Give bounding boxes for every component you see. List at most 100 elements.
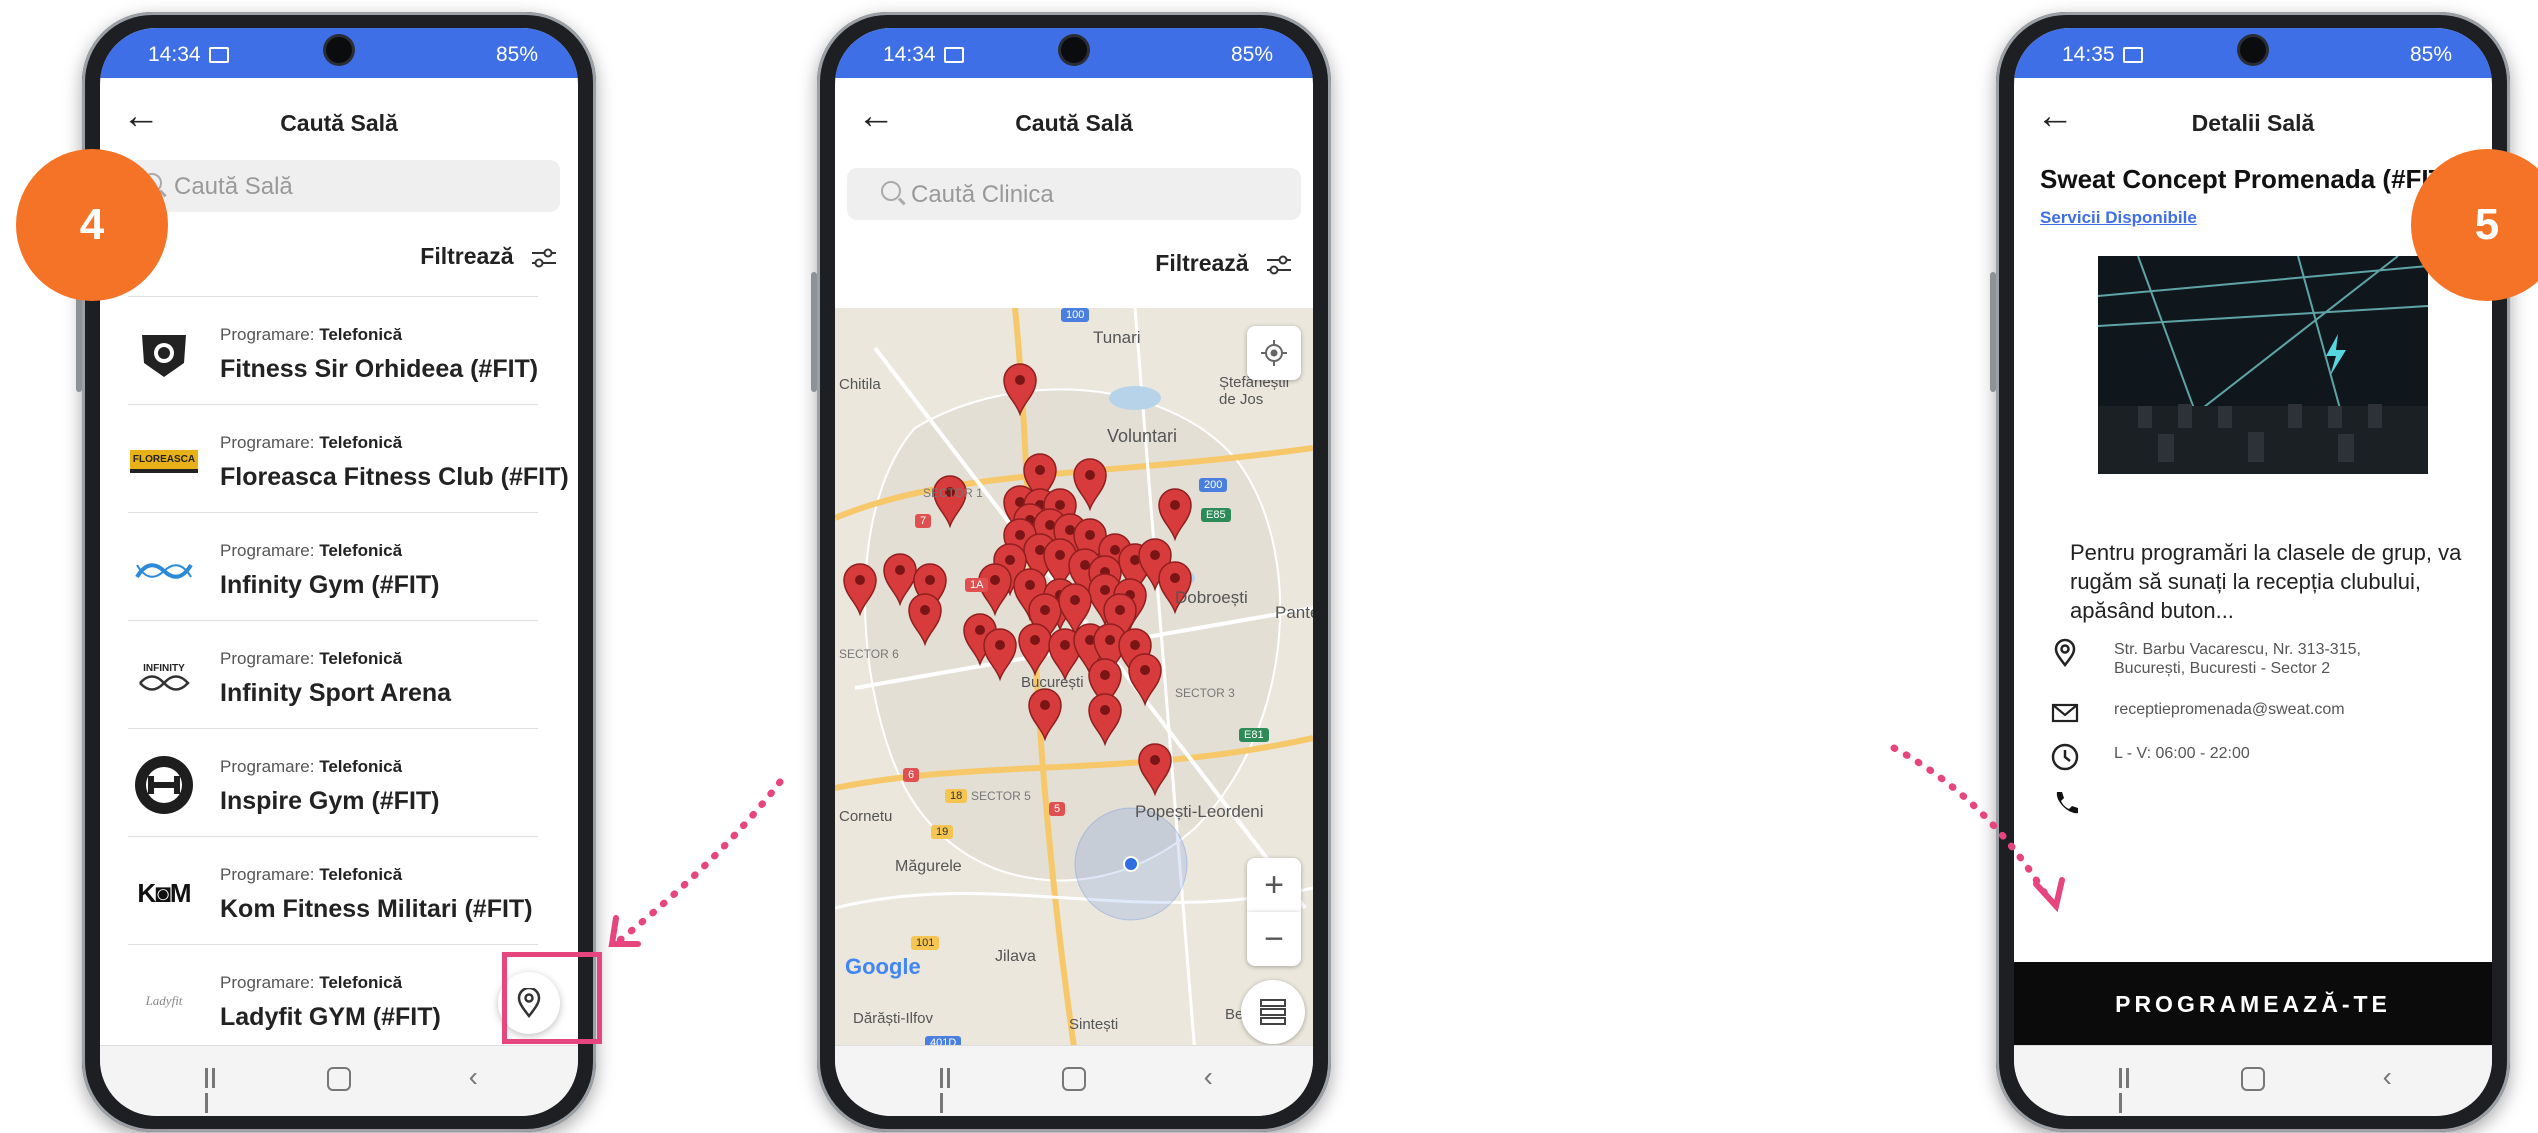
- road-label: 5: [1049, 802, 1066, 816]
- status-time: 14:35: [2062, 43, 2143, 67]
- crosshair-icon: [1261, 340, 1287, 366]
- kom-logo: K◙M: [137, 877, 191, 908]
- zoom-in-button[interactable]: +: [1247, 858, 1301, 912]
- map-label: București: [1021, 674, 1084, 691]
- system-back-icon[interactable]: ‹: [1204, 1062, 1213, 1092]
- system-nav-bar: ‹: [100, 1045, 578, 1116]
- map-pin-dot: [1005, 555, 1015, 565]
- road-label: 19: [931, 825, 954, 839]
- gym-name: Fitness Sir Orhideea (#FIT): [220, 355, 539, 383]
- filter-label: Filtrează: [1155, 250, 1249, 276]
- gym-map[interactable]: Tunari Ștefăneștii de Jos Voluntari Dobr…: [835, 308, 1313, 1054]
- system-back-icon[interactable]: ‹: [469, 1062, 478, 1092]
- search-input[interactable]: Caută Clinica: [847, 168, 1301, 220]
- recent-apps-icon[interactable]: [205, 1068, 225, 1113]
- front-camera: [1061, 37, 1087, 63]
- map-pin-dot: [1110, 545, 1120, 555]
- list-view-button[interactable]: [1241, 980, 1305, 1044]
- road-label: E85: [1201, 508, 1231, 522]
- booking-type: Programare: Telefonică: [220, 325, 403, 344]
- filter-button[interactable]: Filtrează: [1155, 250, 1293, 277]
- gym-name: Kom Fitness Militari (#FIT): [220, 895, 533, 923]
- hours-text: L - V: 06:00 - 22:00: [2114, 745, 2250, 762]
- page-title: Caută Sală: [1015, 110, 1133, 136]
- gym-name: Ladyfit GYM (#FIT): [220, 1003, 441, 1031]
- map-pin-dot: [1055, 550, 1065, 560]
- map-label: Dobroești: [1175, 588, 1248, 607]
- map-pin-dot: [1055, 500, 1065, 510]
- status-bar: 14:35 85%: [2014, 28, 2492, 78]
- map-pin-dot: [1015, 530, 1025, 540]
- system-back-icon[interactable]: ‹: [2383, 1062, 2392, 1092]
- map-pin-dot: [995, 640, 1005, 650]
- phone-map: 14:34 85% ← Caută Sală Caută Clinica Fil…: [811, 12, 1331, 1132]
- dotted-arrow-icon: [616, 778, 784, 944]
- search-input[interactable]: Caută Sală: [122, 160, 560, 212]
- gym-name: Floreasca Fitness Club (#FIT): [220, 463, 569, 491]
- map-label: SECTOR 5: [971, 789, 1031, 803]
- map-label: Chitila: [839, 376, 881, 393]
- fitness-sir-logo: [128, 325, 200, 381]
- list-item[interactable]: K◙M Programare: Telefonică Kom Fitness M…: [128, 836, 538, 945]
- map-label: Măgurele: [895, 858, 962, 875]
- road-label: E81: [1239, 728, 1269, 742]
- booking-type: Programare: Telefonică: [220, 433, 403, 452]
- title-bar: ← Detalii Sală: [2014, 78, 2492, 158]
- title-bar: ← Caută Sală: [100, 78, 578, 158]
- step-badge-4: 4: [16, 149, 168, 301]
- map-pin-dot: [1035, 465, 1045, 475]
- system-nav-bar: ‹: [2014, 1045, 2492, 1116]
- services-link[interactable]: Servicii Disponibile: [2040, 208, 2197, 228]
- map-pin-dot: [1130, 640, 1140, 650]
- map-pin-dot: [895, 565, 905, 575]
- map-pin-dot: [1105, 635, 1115, 645]
- screen-map: 14:34 85% ← Caută Sală Caută Clinica Fil…: [835, 28, 1313, 1116]
- road-label: 100: [1061, 308, 1090, 322]
- clock-icon: [2051, 743, 2079, 771]
- status-time: 14:34: [883, 43, 964, 67]
- mail-icon: [2051, 703, 2079, 723]
- map-label: Dărăști-Ilfov: [853, 1010, 934, 1027]
- list-item[interactable]: Ladyfit Programare: Telefonică Ladyfit G…: [128, 944, 538, 1053]
- infinity-sport-logo: INFINITY: [128, 649, 200, 705]
- battery-level: 85%: [495, 43, 538, 66]
- road-label: 101: [911, 936, 940, 950]
- filter-button[interactable]: Filtrează: [420, 243, 558, 270]
- google-attribution: Google: [845, 954, 921, 979]
- list-item[interactable]: FLOREASCA Programare: Telefonică Floreas…: [128, 404, 569, 513]
- map-pin-dot: [925, 575, 935, 585]
- map-label: SECTOR 1: [923, 486, 983, 500]
- inspire-gym-logo: [128, 756, 200, 814]
- gym-description: Pentru programări la clasele de grup, va…: [2070, 540, 2462, 623]
- map-pin-dot: [1025, 580, 1035, 590]
- zoom-out-button[interactable]: −: [1247, 912, 1301, 966]
- my-location-button[interactable]: [1247, 326, 1301, 380]
- gym-name: Infinity Sport Arena: [220, 679, 452, 707]
- page-title: Caută Sală: [280, 110, 398, 136]
- list-item[interactable]: Programare: Telefonică Fitness Sir Orhid…: [128, 296, 538, 405]
- home-icon[interactable]: [2241, 1067, 2265, 1091]
- floreasca-logo: FLOREASCA: [128, 433, 200, 489]
- home-icon[interactable]: [1062, 1067, 1086, 1091]
- recent-apps-icon[interactable]: [2119, 1068, 2139, 1113]
- battery-level: 85%: [1230, 43, 1273, 66]
- gym-name: Sweat Concept Promenada (#FIT): [2040, 164, 2454, 194]
- booking-type: Programare: Telefonică: [220, 649, 403, 668]
- list-item[interactable]: INFINITY Programare: Telefonică Infinity…: [128, 620, 538, 729]
- system-nav-bar: ‹: [835, 1045, 1313, 1116]
- recent-apps-icon[interactable]: [940, 1068, 960, 1113]
- map-pin-dot: [1060, 640, 1070, 650]
- map-label: Tunari: [1093, 328, 1141, 347]
- home-icon[interactable]: [327, 1067, 351, 1091]
- road-label: 7: [915, 514, 932, 528]
- map-pin-dot: [1100, 705, 1110, 715]
- map-button-highlight: [502, 952, 602, 1044]
- book-button[interactable]: PROGRAMEAZĂ-TE: [2014, 962, 2492, 1046]
- map-label: Popești-Leordeni: [1135, 802, 1264, 821]
- page-title: Detalii Sală: [2191, 110, 2315, 136]
- list-item[interactable]: Programare: Telefonică Inspire Gym (#FIT…: [128, 728, 538, 837]
- list-item[interactable]: Programare: Telefonică Infinity Gym (#FI…: [128, 512, 538, 621]
- map-pin-dot: [1080, 560, 1090, 570]
- search-icon: [881, 181, 901, 201]
- location-pin-icon: [2054, 638, 2076, 668]
